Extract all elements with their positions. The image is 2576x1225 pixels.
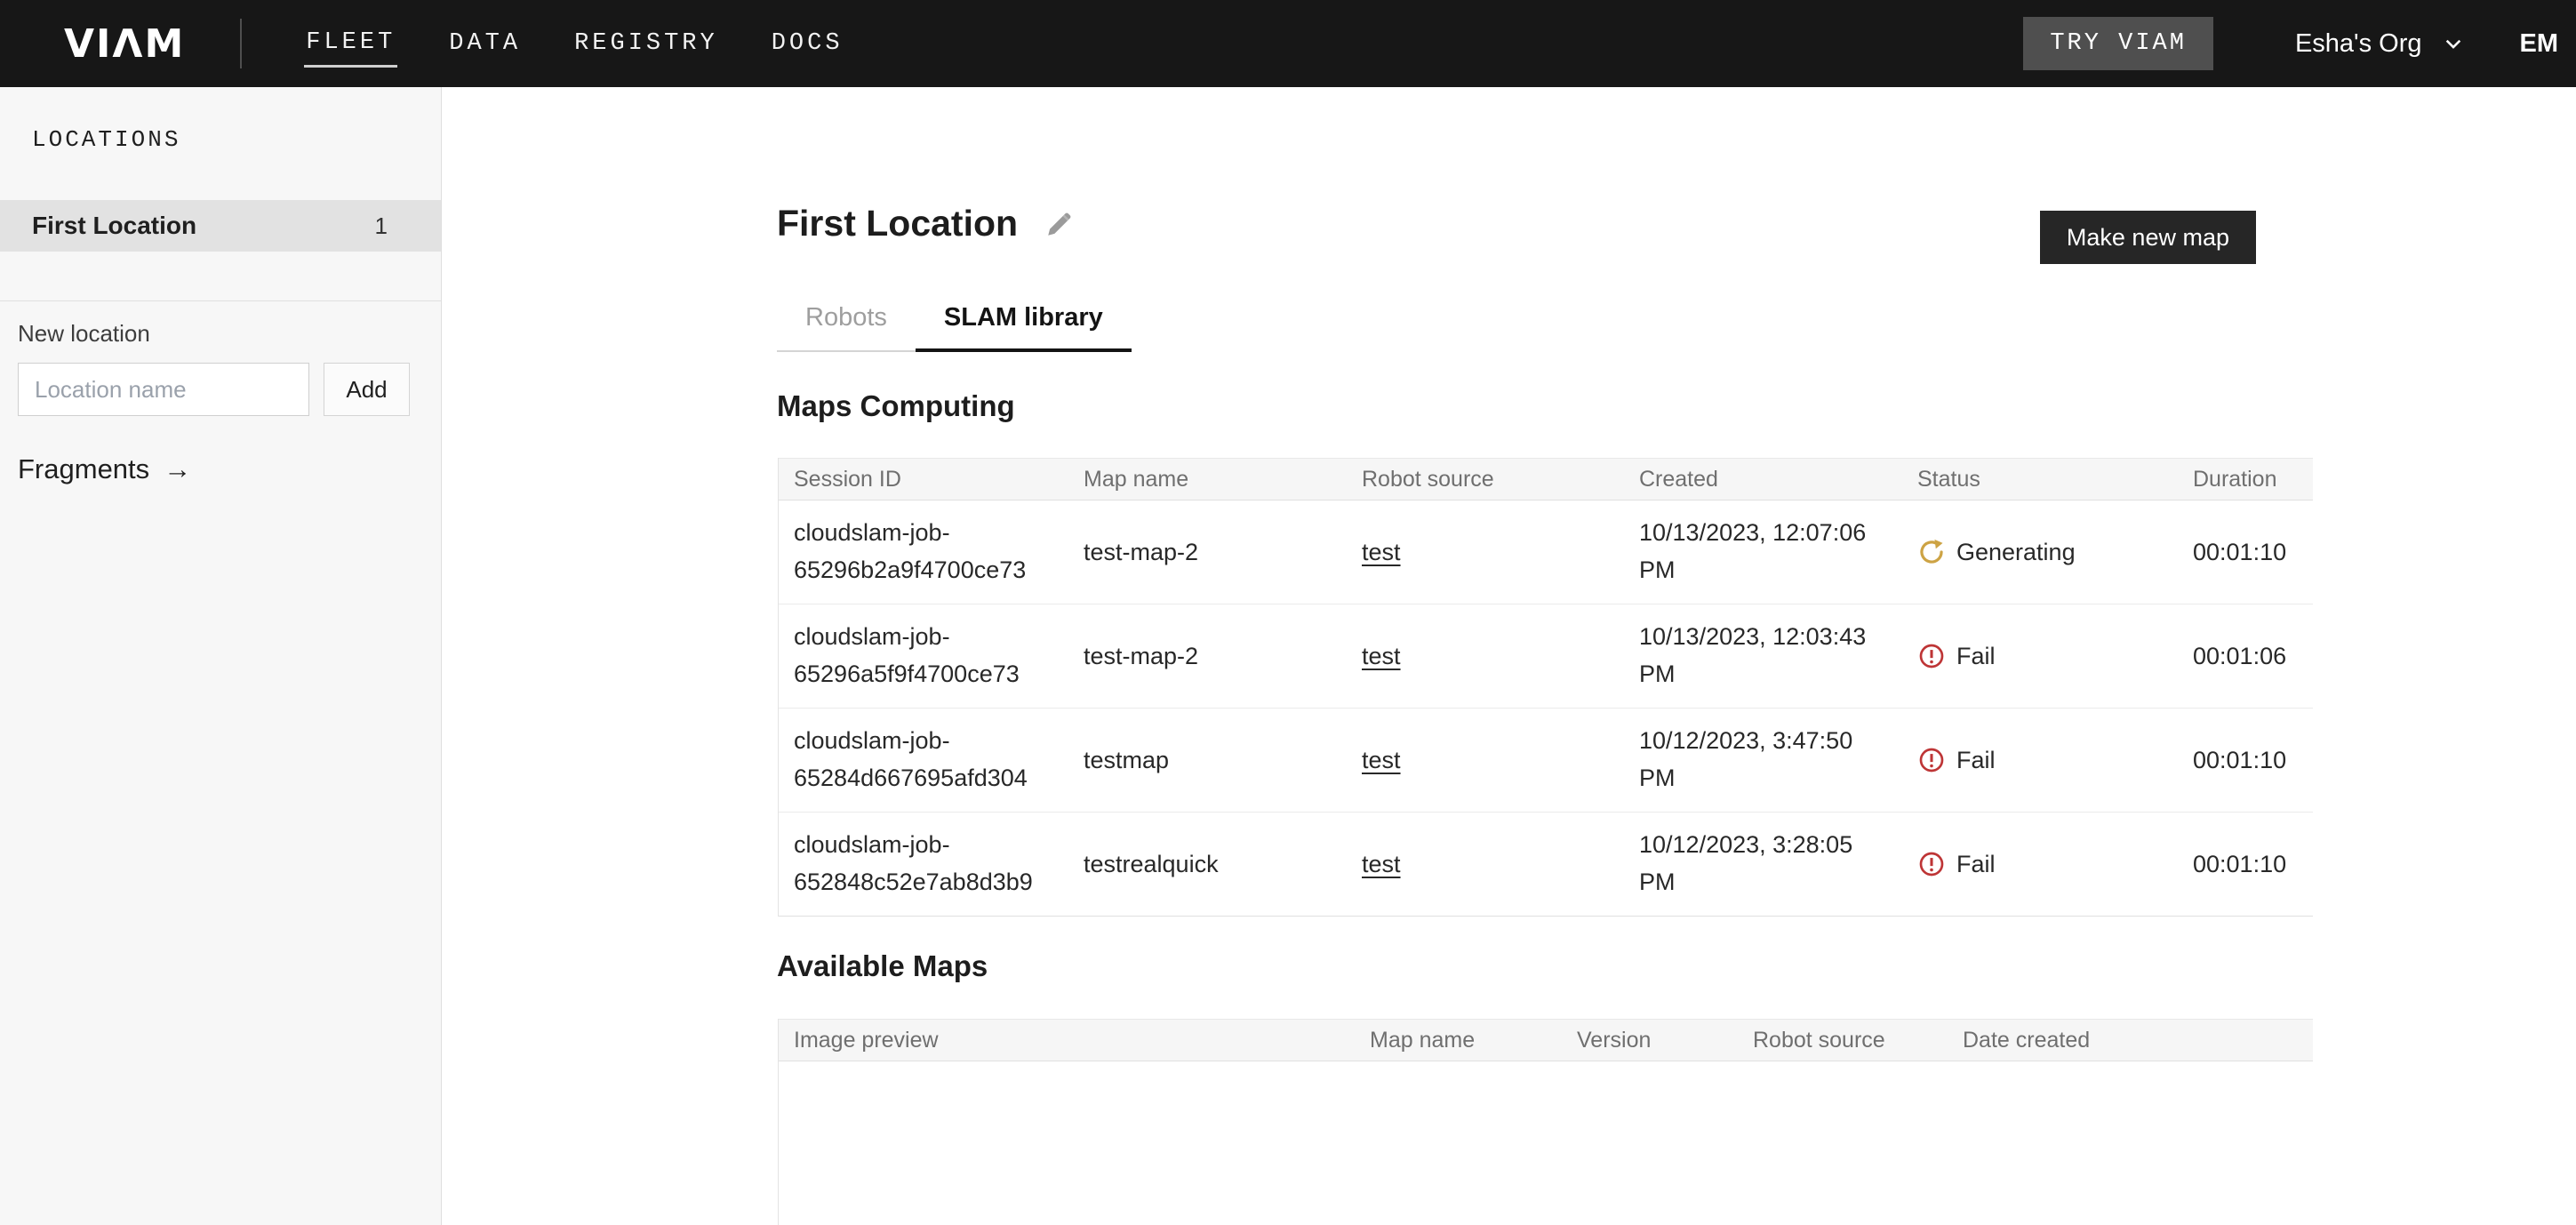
col-created: Created — [1624, 467, 1902, 492]
try-viam-button[interactable]: TRY VIAM — [2023, 17, 2213, 70]
map-name-cell: testmap — [1068, 747, 1347, 774]
col-status: Status — [1902, 467, 2178, 492]
duration-cell: 00:01:06 — [2178, 643, 2314, 670]
status-label: Fail — [1956, 851, 1996, 878]
col-map-name: Map name — [1355, 1028, 1562, 1053]
status-label: Fail — [1956, 747, 1996, 774]
table-row: cloudslam-job-65296a5f9f4700ce73 test-ma… — [779, 604, 2313, 709]
fail-alert-icon — [1917, 746, 1946, 774]
status-cell: Fail — [1902, 746, 2178, 774]
user-avatar-initials[interactable]: EM — [2520, 29, 2559, 59]
fail-alert-icon — [1917, 850, 1946, 878]
location-name: First Location — [32, 212, 196, 240]
status-cell: Fail — [1902, 850, 2178, 878]
status-cell: Fail — [1902, 642, 2178, 670]
session-id-cell: cloudslam-job-652848c52e7ab8d3b9 — [779, 827, 1068, 901]
duration-cell: 00:01:10 — [2178, 747, 2314, 774]
fragments-label: Fragments — [18, 453, 149, 485]
robot-source-link[interactable]: test — [1362, 539, 1401, 565]
col-image-preview: Image preview — [779, 1028, 1355, 1053]
robot-source-cell: test — [1347, 851, 1624, 878]
robot-source-cell: test — [1347, 643, 1624, 670]
sidebar-divider — [0, 300, 441, 301]
session-id-cell: cloudslam-job-65284d667695afd304 — [779, 723, 1068, 797]
fragments-link[interactable]: Fragments → — [18, 453, 191, 485]
new-location-input[interactable] — [18, 363, 309, 416]
maps-computing-header-row: Session ID Map name Robot source Created… — [779, 458, 2313, 500]
main-content: First Location Make new map Robots SLAM … — [443, 87, 2576, 1225]
session-id-cell: cloudslam-job-65296b2a9f4700ce73 — [779, 515, 1068, 589]
session-id-cell: cloudslam-job-65296a5f9f4700ce73 — [779, 619, 1068, 693]
created-cell: 10/12/2023, 3:47:50 PM — [1624, 723, 1902, 797]
nav-item-fleet[interactable]: FLEET — [304, 20, 397, 68]
map-name-cell: test-map-2 — [1068, 539, 1347, 566]
maps-computing-heading: Maps Computing — [777, 389, 1015, 423]
status-label: Fail — [1956, 643, 1996, 670]
generating-spinner-icon — [1917, 538, 1946, 566]
col-session-id: Session ID — [779, 467, 1068, 492]
available-maps-header-row: Image preview Map name Version Robot sou… — [779, 1019, 2313, 1061]
org-name: Esha's Org — [2295, 29, 2422, 59]
col-duration: Duration — [2178, 467, 2314, 492]
locations-sidebar: LOCATIONS First Location 1 New location … — [0, 87, 442, 1225]
arrow-right-icon: → — [164, 453, 191, 485]
robot-source-link[interactable]: test — [1362, 747, 1401, 773]
maps-computing-table: Session ID Map name Robot source Created… — [778, 458, 2313, 917]
page-title-row: First Location — [777, 203, 1075, 244]
map-name-cell: test-map-2 — [1068, 643, 1347, 670]
map-name-cell: testrealquick — [1068, 851, 1347, 878]
duration-cell: 00:01:10 — [2178, 851, 2314, 878]
nav-right-group: TRY VIAM Esha's Org EM — [2023, 17, 2576, 70]
status-cell: Generating — [1902, 538, 2178, 566]
locations-heading: LOCATIONS — [0, 87, 441, 153]
available-maps-empty-body — [779, 1061, 2313, 1225]
location-tabs: Robots SLAM library — [777, 303, 1132, 352]
edit-pencil-icon[interactable] — [1044, 209, 1075, 239]
created-cell: 10/13/2023, 12:03:43 PM — [1624, 619, 1902, 693]
robot-source-link[interactable]: test — [1362, 643, 1401, 669]
robot-source-cell: test — [1347, 539, 1624, 566]
tab-slam-library[interactable]: SLAM library — [916, 303, 1132, 352]
tab-robots[interactable]: Robots — [777, 303, 916, 352]
nav-item-docs[interactable]: DOCS — [770, 21, 845, 66]
sidebar-item-first-location[interactable]: First Location 1 — [0, 200, 441, 252]
page-title: First Location — [777, 203, 1018, 244]
created-cell: 10/13/2023, 12:07:06 PM — [1624, 515, 1902, 589]
col-version: Version — [1562, 1028, 1738, 1053]
robot-source-cell: test — [1347, 747, 1624, 774]
org-switcher[interactable]: Esha's Org — [2295, 29, 2465, 59]
add-location-button[interactable]: Add — [324, 363, 410, 416]
chevron-down-icon — [2442, 32, 2465, 55]
col-map-name: Map name — [1068, 467, 1347, 492]
nav-item-data[interactable]: DATA — [447, 21, 523, 66]
created-cell: 10/12/2023, 3:28:05 PM — [1624, 827, 1902, 901]
table-row: cloudslam-job-65296b2a9f4700ce73 test-ma… — [779, 500, 2313, 604]
col-robot-source: Robot source — [1347, 467, 1624, 492]
fail-alert-icon — [1917, 642, 1946, 670]
col-date-created: Date created — [1948, 1028, 2314, 1053]
table-row: cloudslam-job-65284d667695afd304 testmap… — [779, 709, 2313, 813]
robot-source-link[interactable]: test — [1362, 851, 1401, 877]
location-robot-count: 1 — [375, 212, 388, 240]
top-nav: VIΛM FLEET DATA REGISTRY DOCS TRY VIAM E… — [0, 0, 2576, 87]
available-maps-table: Image preview Map name Version Robot sou… — [778, 1019, 2313, 1225]
status-label: Generating — [1956, 539, 2076, 566]
duration-cell: 00:01:10 — [2178, 539, 2314, 566]
viam-logo[interactable]: VIΛM — [64, 21, 185, 67]
available-maps-heading: Available Maps — [777, 949, 988, 983]
make-new-map-button[interactable]: Make new map — [2040, 211, 2256, 264]
nav-divider — [240, 19, 242, 68]
nav-item-registry[interactable]: REGISTRY — [572, 21, 720, 66]
new-location-label: New location — [18, 320, 150, 348]
primary-nav: FLEET DATA REGISTRY DOCS — [304, 20, 844, 68]
col-robot-source: Robot source — [1738, 1028, 1948, 1053]
table-row: cloudslam-job-652848c52e7ab8d3b9 testrea… — [779, 813, 2313, 917]
